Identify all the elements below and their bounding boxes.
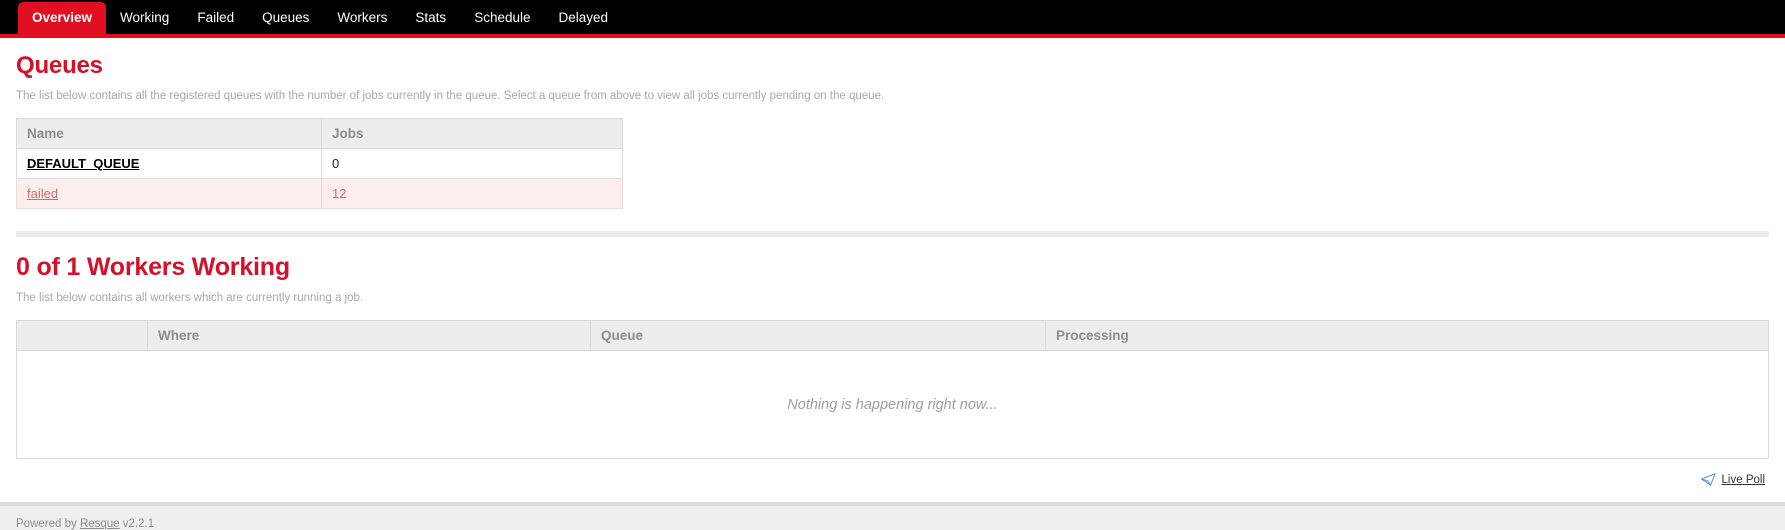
nav-tab-failed[interactable]: Failed bbox=[183, 2, 248, 35]
main-content: Queues The list below contains all the r… bbox=[0, 52, 1785, 486]
nav-tab-schedule[interactable]: Schedule bbox=[460, 2, 544, 35]
queues-table-header-row: Name Jobs bbox=[16, 118, 623, 149]
queues-column-name: Name bbox=[16, 118, 322, 149]
workers-table-header-row: Where Queue Processing bbox=[16, 320, 1769, 351]
nav-tab-stats[interactable]: Stats bbox=[401, 2, 460, 35]
queues-table: Name Jobs DEFAULT_QUEUE 0 failed 12 bbox=[16, 118, 623, 209]
workers-column-queue: Queue bbox=[590, 320, 1046, 351]
queues-column-jobs: Jobs bbox=[321, 118, 623, 149]
nav-tab-queues[interactable]: Queues bbox=[248, 2, 323, 35]
nav-tab-delayed[interactable]: Delayed bbox=[544, 2, 622, 35]
nav-tab-working[interactable]: Working bbox=[106, 2, 183, 35]
page-footer: Powered by Resque v2.2.1 Connected to Re… bbox=[0, 502, 1785, 530]
workers-empty-row: Nothing is happening right now... bbox=[16, 350, 1769, 459]
live-poll-bar: Live Poll bbox=[16, 473, 1769, 486]
queue-jobs-cell: 12 bbox=[321, 178, 623, 209]
section-divider bbox=[16, 231, 1769, 237]
queue-link-default[interactable]: DEFAULT_QUEUE bbox=[27, 156, 139, 171]
queue-name-cell: DEFAULT_QUEUE bbox=[16, 148, 322, 179]
workers-description: The list below contains all workers whic… bbox=[16, 292, 364, 304]
nav-tab-overview[interactable]: Overview bbox=[18, 1, 107, 34]
paper-plane-icon bbox=[1700, 473, 1716, 486]
queues-description: The list below contains all the register… bbox=[16, 90, 885, 102]
workers-column-where: Where bbox=[147, 320, 591, 351]
workers-column-processing: Processing bbox=[1045, 320, 1769, 351]
live-poll-link[interactable]: Live Poll bbox=[1722, 474, 1765, 486]
queue-name-cell: failed bbox=[16, 178, 322, 209]
queue-link-failed[interactable]: failed bbox=[27, 186, 58, 201]
table-row: DEFAULT_QUEUE 0 bbox=[16, 148, 623, 179]
workers-table: Where Queue Processing Nothing is happen… bbox=[16, 320, 1769, 459]
queues-page-title: Queues bbox=[16, 52, 103, 79]
table-row: failed 12 bbox=[16, 178, 623, 209]
main-navigation: Overview Working Failed Queues Workers S… bbox=[0, 0, 1785, 38]
footer-resque-link[interactable]: Resque bbox=[80, 518, 120, 530]
workers-column-blank bbox=[16, 320, 148, 351]
nav-tab-workers[interactable]: Workers bbox=[323, 2, 401, 35]
queue-jobs-cell: 0 bbox=[321, 148, 623, 179]
footer-version: v2.2.1 bbox=[122, 518, 155, 530]
workers-empty-message: Nothing is happening right now... bbox=[16, 350, 1769, 459]
footer-powered-line: Powered by Resque v2.2.1 bbox=[16, 518, 1769, 530]
workers-page-title: 0 of 1 Workers Working bbox=[16, 253, 290, 281]
footer-powered-prefix: Powered by bbox=[16, 518, 77, 530]
